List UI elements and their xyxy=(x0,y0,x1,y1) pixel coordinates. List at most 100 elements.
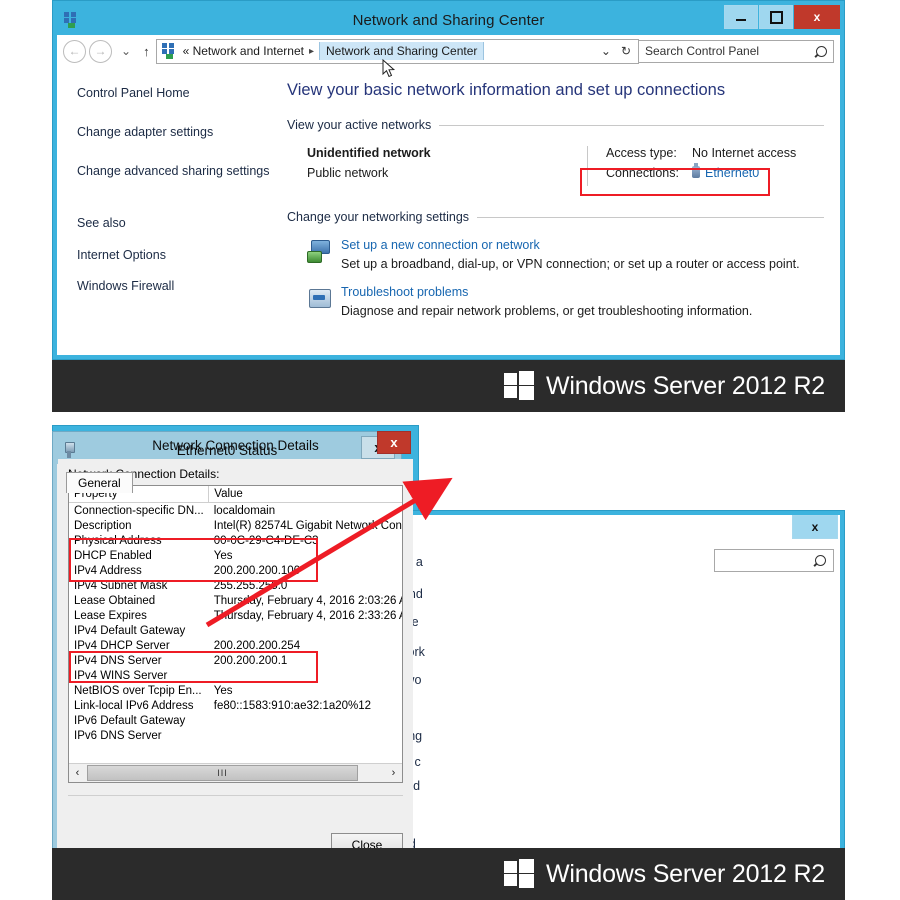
scroll-right-icon[interactable]: › xyxy=(385,765,402,781)
network-sharing-center-screenshot: Network and Sharing Center x ← → ⌄ ↑ « N… xyxy=(52,0,845,412)
forward-icon[interactable]: → xyxy=(89,39,112,63)
banner-text: Windows Server 2012 R2 xyxy=(545,859,825,888)
table-row[interactable]: Description Intel(R) 82574L Gigabit Netwo… xyxy=(69,518,403,533)
close-button[interactable]: x xyxy=(377,431,411,454)
breadcrumb-separator-icon: ▸ xyxy=(308,45,314,57)
row-value: 200.200.200.254 xyxy=(213,639,301,652)
row-property: IPv4 WINS Server xyxy=(74,669,168,682)
connections-row: Connections: Ethernet0 xyxy=(606,163,796,180)
search-input[interactable]: Search Control Panel xyxy=(639,39,834,63)
table-row[interactable]: IPv6 DNS Server xyxy=(69,728,402,743)
row-property: Link-local IPv6 Address xyxy=(74,699,194,712)
see-also-section: See also Internet Options Windows Firewa… xyxy=(77,216,174,310)
table-row[interactable]: Physical Address 00-0C-29-C4-DE-C3 xyxy=(69,533,402,548)
table-row[interactable]: NetBIOS over Tcpip En... Yes xyxy=(69,683,402,698)
table-row[interactable]: Lease Expires Thursday, February 4, 2016 … xyxy=(69,608,402,623)
row-value: Yes xyxy=(213,684,233,697)
row-value xyxy=(209,623,402,638)
row-value xyxy=(209,713,402,728)
row-value: Intel(R) 82574L Gigabit Network Connect xyxy=(213,519,403,532)
refresh-icon[interactable]: ↻ xyxy=(621,44,631,58)
task-setup-new-connection[interactable]: Set up a new connection or network Set u… xyxy=(307,238,824,271)
row-property: Description xyxy=(74,519,132,532)
horizontal-scrollbar[interactable]: ‹ III › xyxy=(69,763,402,782)
table-row[interactable]: IPv4 DHCP Server 200.200.200.254 xyxy=(69,638,402,653)
task-troubleshoot-problems[interactable]: Troubleshoot problems Diagnose and repai… xyxy=(307,285,824,318)
maximize-button[interactable] xyxy=(759,5,793,29)
table-row[interactable]: DHCP Enabled Yes xyxy=(69,548,402,563)
ethernet-adapter-icon xyxy=(692,163,700,178)
table-row[interactable]: Lease Obtained Thursday, February 4, 2016… xyxy=(69,593,402,608)
background-search-input[interactable] xyxy=(714,549,834,572)
table-row[interactable]: IPv4 Address 200.200.200.100 xyxy=(69,563,402,578)
task-title-troubleshoot[interactable]: Troubleshoot problems xyxy=(341,285,752,299)
row-property: IPv4 Subnet Mask xyxy=(74,579,168,592)
task-desc-setup-connection: Set up a broadband, dial-up, or VPN conn… xyxy=(341,257,800,271)
tab-general[interactable]: General xyxy=(66,472,133,493)
search-icon xyxy=(813,43,830,59)
row-property: NetBIOS over Tcpip En... xyxy=(74,684,202,697)
main-panel: View your basic network information and … xyxy=(282,67,840,355)
dialog-title: Network Connection Details xyxy=(152,437,319,453)
networking-settings-header: Change your networking settings xyxy=(287,210,824,224)
row-property: Physical Address xyxy=(74,534,162,547)
sidebar-item-change-advanced-sharing[interactable]: Change advanced sharing settings xyxy=(77,163,282,180)
scrollbar-thumb[interactable]: III xyxy=(87,765,358,781)
sidebar-item-windows-firewall[interactable]: Windows Firewall xyxy=(77,279,174,293)
row-value: 200.200.200.100 xyxy=(213,564,301,577)
task-title-setup-connection[interactable]: Set up a new connection or network xyxy=(341,238,800,252)
network-name: Unidentified network xyxy=(307,146,431,160)
dialog-titlebar: Network Connection Details x xyxy=(58,431,413,459)
table-row[interactable]: Connection-specific DN... localdomain xyxy=(69,503,402,519)
connection-details-screenshot: x ork a : and c ne twork etwo rking ew c… xyxy=(52,425,845,900)
sidebar-item-control-panel-home[interactable]: Control Panel Home xyxy=(77,85,282,102)
search-placeholder: Search Control Panel xyxy=(645,44,760,58)
breadcrumb-root[interactable]: « Network and Internet xyxy=(183,44,304,58)
search-icon xyxy=(812,552,829,569)
access-type-label: Access type: xyxy=(606,146,677,160)
new-connection-icon xyxy=(307,240,333,264)
task-list: Set up a new connection or network Set u… xyxy=(287,238,824,318)
address-bar-actions: ⌄ ↻ xyxy=(601,44,638,58)
up-one-level-icon[interactable]: ↑ xyxy=(137,44,156,59)
chevron-down-icon[interactable]: ⌄ xyxy=(601,44,611,58)
details-list[interactable]: Property Value Connection-specific DN...… xyxy=(68,485,403,783)
row-value: 200.200.200.1 xyxy=(213,654,288,667)
network-properties: Access type: No Internet access Connecti… xyxy=(580,146,797,196)
connections-label: Connections: xyxy=(606,166,679,180)
close-button[interactable]: x xyxy=(794,5,840,29)
table-row[interactable]: IPv6 Default Gateway xyxy=(69,713,402,728)
background-network-sharing-window[interactable]: x ork a : and c ne twork etwo rking ew c… xyxy=(382,510,845,855)
row-value: 00-0C-29-C4-DE-C3 xyxy=(213,534,319,547)
scroll-left-icon[interactable]: ‹ xyxy=(69,765,86,781)
breadcrumb[interactable]: « Network and Internet ▸ Network and Sha… xyxy=(155,38,639,64)
row-value: 255.255.255.0 xyxy=(213,579,288,592)
task-desc-troubleshoot: Diagnose and repair network problems, or… xyxy=(341,304,753,318)
table-row[interactable]: IPv4 WINS Server xyxy=(69,668,402,683)
column-header-value[interactable]: Value xyxy=(208,486,402,503)
sidebar-item-internet-options[interactable]: Internet Options xyxy=(77,248,174,262)
row-property: IPv4 DHCP Server xyxy=(74,639,170,652)
table-row[interactable]: Link-local IPv6 Address fe80::1583:910:ae… xyxy=(69,698,402,713)
back-icon[interactable]: ← xyxy=(63,39,86,63)
section-divider xyxy=(439,124,824,126)
recent-locations-icon[interactable]: ⌄ xyxy=(115,44,137,58)
address-bar: ← → ⌄ ↑ « Network and Internet ▸ Network… xyxy=(57,35,840,78)
row-value: localdomain xyxy=(213,504,276,517)
background-window-titlebar: x xyxy=(387,515,840,543)
minimize-button[interactable] xyxy=(724,5,758,29)
sidebar-item-change-adapter-settings[interactable]: Change adapter settings xyxy=(77,124,282,141)
table-row[interactable]: IPv4 DNS Server 200.200.200.1 xyxy=(69,653,402,668)
background-close-button[interactable]: x xyxy=(792,515,838,539)
connection-link-ethernet0[interactable]: Ethernet0 xyxy=(705,166,759,180)
see-also-title: See also xyxy=(77,216,126,230)
table-row[interactable]: IPv4 Subnet Mask 255.255.255.0 xyxy=(69,578,402,593)
details-table: Property Value Connection-specific DN...… xyxy=(69,486,403,743)
row-value xyxy=(209,668,402,683)
row-property: IPv4 Address xyxy=(74,564,142,577)
row-property: IPv6 DNS Server xyxy=(74,729,162,742)
windows-server-banner: Windows Server 2012 R2 xyxy=(52,360,845,412)
breadcrumb-current[interactable]: Network and Sharing Center xyxy=(319,42,485,60)
access-type-value: No Internet access xyxy=(692,146,797,160)
table-row[interactable]: IPv4 Default Gateway xyxy=(69,623,402,638)
